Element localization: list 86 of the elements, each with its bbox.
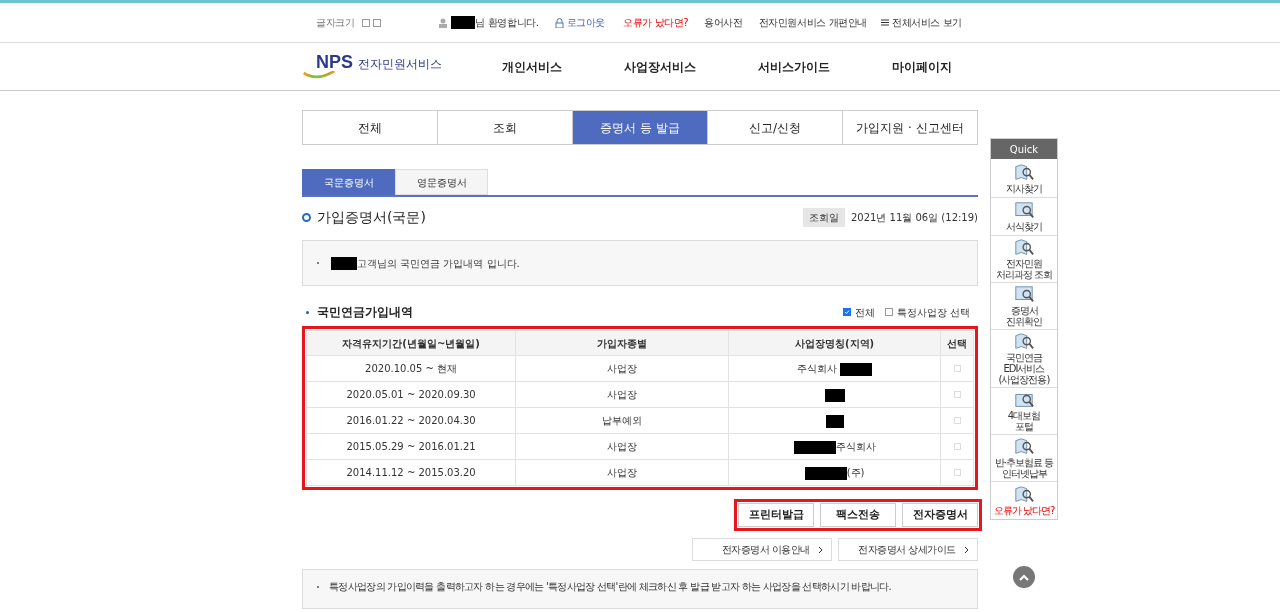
row-checkbox[interactable] — [953, 365, 961, 372]
redaction-mark — [824, 388, 845, 402]
note-text: 특정사업장의 가입이력을 출력하고자 하는 경우에는 '특정사업장 선택'란에 체크하신 후 발급 받고자 하는 사업장을 선택하시기 바랍니다. — [329, 580, 892, 594]
nav-item[interactable]: 사업장서비스 — [624, 57, 696, 76]
logout-link[interactable]: 로그아웃 — [566, 15, 605, 30]
error-report-link[interactable]: 오류가 났다면? — [622, 15, 689, 30]
redaction-mark — [793, 440, 836, 454]
quick-menu-item[interactable]: 반·추보험료 등 인터넷납부 — [991, 434, 1057, 481]
header-link[interactable]: 용어사전 — [704, 15, 743, 30]
query-date-label: 조회일 — [802, 208, 845, 227]
all-services-link[interactable]: 전체서비스 보기 — [892, 15, 962, 30]
menu-icon — [881, 19, 889, 26]
issue-button[interactable]: 프린터발급 — [738, 503, 814, 527]
checkbox[interactable] — [884, 308, 893, 316]
lock-icon — [554, 17, 564, 28]
issue-button[interactable]: 팩스전송 — [820, 503, 896, 527]
table-cell: 사업장 — [515, 355, 729, 382]
zoom-in-icon[interactable] — [362, 18, 371, 27]
quick-menu-item[interactable]: 증명서 진위확인 — [991, 282, 1057, 329]
nav-item[interactable]: 서비스가이드 — [758, 57, 830, 76]
zoom-out-icon[interactable] — [373, 18, 382, 27]
quick-menu-item[interactable]: 국민연금 EDI서비스 (사업장전용) — [991, 329, 1057, 387]
chevron-right-icon — [964, 545, 969, 554]
page-title: 가입증명서(국문) — [317, 208, 426, 227]
company-name: 주식회사 — [835, 441, 876, 452]
nav-item[interactable]: 마이페이지 — [892, 57, 952, 76]
chevron-right-icon — [818, 545, 823, 554]
company-name: (주) — [846, 467, 865, 478]
title-bullet-icon — [302, 213, 311, 222]
row-checkbox[interactable] — [953, 391, 961, 398]
logo-text: 전자민원서비스 — [358, 55, 442, 73]
redaction-mark — [840, 362, 873, 376]
chevron-up-icon — [1019, 573, 1029, 581]
column-header: 사업장명칭(지역) — [728, 330, 941, 356]
table-cell: 사업장 — [515, 459, 729, 486]
quick-menu-item[interactable]: 서식찾기 — [991, 197, 1057, 235]
font-size-label: 글자크기 — [316, 16, 355, 30]
table-cell: 2015.05.29 ~ 2016.01.21 — [306, 433, 516, 460]
table-cell: 사업장 — [515, 433, 729, 460]
table-cell: 사업장 — [515, 381, 729, 408]
monitor-search-icon — [1012, 201, 1036, 221]
main-tab[interactable]: 증명서 등 발급 — [572, 111, 707, 144]
row-checkbox[interactable] — [953, 469, 961, 476]
quick-menu-item[interactable]: 4대보험 포털 — [991, 387, 1057, 434]
logo-mark: NPS — [316, 53, 353, 71]
notice-text: 고객님의 국민연금 가입내역 입니다. — [357, 256, 520, 271]
sub-tab[interactable]: 국문증명서 — [302, 169, 395, 195]
quick-menu-item[interactable]: 지사찾기 — [991, 159, 1057, 197]
row-checkbox[interactable] — [953, 417, 961, 424]
guide-link-button[interactable]: 전자증명서 상세가이드 — [838, 538, 978, 561]
row-checkbox[interactable] — [953, 443, 961, 450]
checkbox[interactable] — [842, 308, 851, 316]
nav-item[interactable]: 개인서비스 — [502, 57, 562, 76]
redaction-mark — [451, 16, 476, 29]
redaction-mark — [331, 256, 357, 270]
sub-tab[interactable]: 영문증명서 — [395, 169, 488, 195]
user-icon — [439, 17, 448, 28]
checkbox-label: 특정사업장 선택 — [896, 305, 970, 320]
table-cell: 2020.10.05 ~ 현재 — [306, 355, 516, 382]
table-cell: 2014.11.12 ~ 2015.03.20 — [306, 459, 516, 486]
quick-menu-item[interactable]: 오류가 났다면? — [991, 481, 1057, 519]
table-cell: 2016.01.22 ~ 2020.04.30 — [306, 407, 516, 434]
map-search-icon — [1012, 485, 1036, 505]
search-icon — [1012, 238, 1036, 258]
section-title: 국민연금가입내역 — [317, 304, 413, 321]
redaction-mark — [804, 466, 847, 480]
quick-header: Quick — [991, 139, 1057, 159]
company-name: 주식회사 — [796, 363, 838, 374]
column-header: 자격유지기간(년월일~년월일) — [306, 330, 516, 356]
checkbox-label: 전체 — [854, 305, 875, 320]
query-date: 2021년 11월 06일 (12:19) — [850, 211, 978, 225]
bullet-icon — [306, 310, 309, 314]
logo-swoosh-icon — [302, 71, 338, 80]
column-header: 선택 — [940, 330, 974, 356]
welcome-text: 님 환영합니다. — [475, 16, 539, 30]
table-cell: 2020.05.01 ~ 2020.09.30 — [306, 381, 516, 408]
redaction-mark — [825, 414, 844, 428]
quick-menu-item[interactable]: 전자민원 처리과정 조회 — [991, 235, 1057, 282]
issue-button[interactable]: 전자증명서 — [902, 503, 978, 527]
search-icon — [1012, 332, 1036, 352]
column-header: 가입자종별 — [515, 330, 729, 356]
table-cell: 납부예외 — [515, 407, 729, 434]
header-link[interactable]: 전자민원서비스 개편안내 — [758, 15, 867, 30]
map-search-icon — [1012, 162, 1036, 183]
scroll-top-button[interactable] — [1013, 566, 1035, 588]
guide-link-button[interactable]: 전자증명서 이용안내 — [692, 538, 832, 561]
